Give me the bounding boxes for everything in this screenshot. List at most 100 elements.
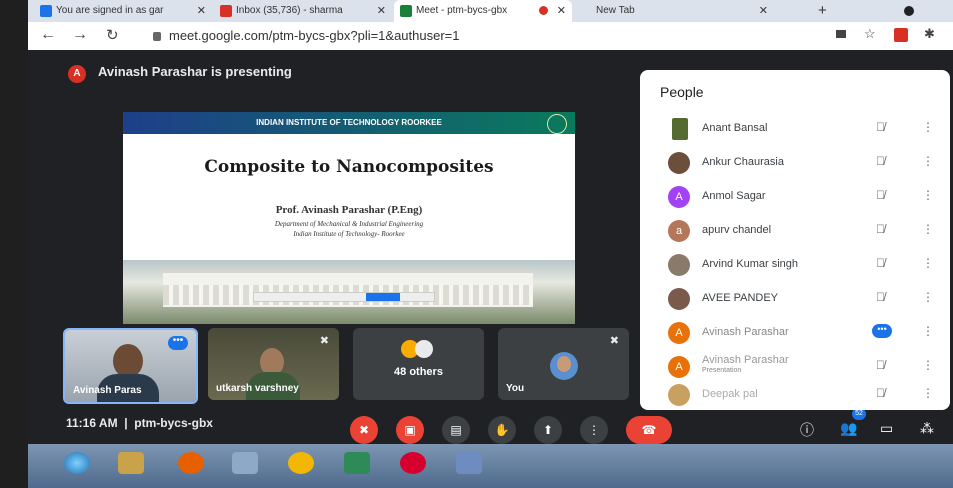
participant-avatar: a: [668, 220, 690, 242]
video-tile-self[interactable]: ✖ You: [498, 328, 629, 400]
stop-sharing-button: [366, 293, 400, 301]
participant-avatar: [672, 118, 688, 140]
participant-row[interactable]: Ankur Chaurasia 🎙̸ ⋮: [640, 144, 950, 178]
profile-icon[interactable]: [904, 6, 914, 16]
more-vert-icon[interactable]: ⋮: [922, 386, 934, 400]
more-vert-icon[interactable]: ⋮: [922, 256, 934, 270]
people-panel: People Anant Bansal 🎙̸ ⋮ Ankur Chaurasia…: [640, 70, 950, 410]
participant-name: Ankur Chaurasia: [702, 156, 784, 168]
camera-icon[interactable]: [836, 30, 846, 38]
participant-name: apurv chandel: [702, 224, 772, 236]
participant-row[interactable]: a apurv chandel 🎙̸ ⋮: [640, 212, 950, 246]
url-field[interactable]: meet.google.com/ptm-bycs-gbx?pli=1&authu…: [153, 26, 853, 46]
meet-stage: A Avinash Parashar is presenting INDIAN I…: [28, 50, 953, 460]
slide-header: INDIAN INSTITUTE OF TECHNOLOGY ROORKEE: [123, 112, 575, 134]
participant-row[interactable]: AVEE PANDEY 🎙̸ ⋮: [640, 280, 950, 314]
presenter-banner: A Avinash Parashar is presenting: [68, 64, 292, 83]
more-options-button[interactable]: ⋮: [580, 416, 608, 444]
tab-strip: You are signed in as gar ✕ Inbox (35,736…: [28, 0, 953, 22]
participant-name: Avinash Parashar: [702, 326, 789, 338]
reload-icon[interactable]: ↻: [106, 26, 119, 44]
more-vert-icon[interactable]: ⋮: [922, 324, 934, 338]
tab-inbox[interactable]: Inbox (35,736) - sharma ✕: [214, 0, 392, 22]
firefox-icon[interactable]: [178, 452, 204, 474]
more-vert-icon[interactable]: ⋮: [922, 358, 934, 372]
more-vert-icon[interactable]: ⋮: [922, 120, 934, 134]
os-taskbar: [28, 444, 953, 488]
mic-off-icon[interactable]: 🎙̸: [876, 290, 885, 304]
address-bar: ← → ↻ meet.google.com/ptm-bycs-gbx?pli=1…: [28, 22, 953, 50]
camera-off-button[interactable]: ▣: [396, 416, 424, 444]
mic-off-button[interactable]: ✖: [350, 416, 378, 444]
mic-off-icon[interactable]: 🎙̸: [876, 120, 885, 134]
close-icon[interactable]: ✕: [377, 0, 386, 22]
presentation-slide: INDIAN INSTITUTE OF TECHNOLOGY ROORKEE C…: [123, 112, 575, 324]
tab-meet[interactable]: Meet - ptm-bycs-gbx ✕: [394, 0, 572, 22]
chrome-icon[interactable]: [288, 452, 314, 474]
raise-hand-button[interactable]: ✋: [488, 416, 516, 444]
opera-icon[interactable]: [400, 452, 426, 474]
video-tile[interactable]: ••• Avinash Paras: [63, 328, 198, 404]
participant-avatar: A: [668, 186, 690, 208]
leave-call-button[interactable]: ☎: [626, 416, 672, 444]
captions-button[interactable]: ▤: [442, 416, 470, 444]
close-icon[interactable]: ✕: [759, 0, 768, 22]
people-panel-title: People: [660, 84, 704, 100]
mic-off-icon[interactable]: 🎙̸: [876, 154, 885, 168]
explorer-icon[interactable]: [118, 452, 144, 474]
more-vert-icon[interactable]: ⋮: [922, 222, 934, 236]
participant-avatar: [668, 152, 690, 174]
meeting-details-icon[interactable]: ⓘ: [800, 420, 814, 440]
tab-new-tab[interactable]: New Tab ✕: [574, 0, 774, 22]
excel-icon[interactable]: [344, 452, 370, 474]
new-tab-button[interactable]: +: [818, 0, 827, 22]
more-vert-icon[interactable]: ⋮: [922, 188, 934, 202]
app-icon[interactable]: [232, 452, 258, 474]
star-icon[interactable]: ☆: [864, 26, 876, 42]
start-button-icon[interactable]: [64, 452, 90, 474]
tile-name: utkarsh varshney: [216, 383, 299, 394]
participant-avatar: A: [668, 356, 690, 378]
participant-row[interactable]: A Anmol Sagar 🎙̸ ⋮: [640, 178, 950, 212]
meeting-info: 11:16 AM | ptm-bycs-gbx: [66, 416, 213, 430]
mic-off-icon[interactable]: 🎙̸: [876, 256, 885, 270]
close-icon[interactable]: ✕: [197, 0, 206, 22]
mic-off-icon[interactable]: 🎙̸: [876, 386, 885, 400]
app-icon[interactable]: [456, 452, 482, 474]
close-icon[interactable]: ✕: [557, 0, 566, 22]
others-count: 48 others: [394, 366, 443, 378]
mic-off-icon: ✖: [319, 335, 329, 347]
slide-title: Composite to Nanocomposites: [204, 157, 494, 177]
activities-icon[interactable]: ⁂: [920, 420, 934, 437]
mic-off-icon[interactable]: 🎙̸: [876, 188, 885, 202]
participant-row[interactable]: Anant Bansal 🎙̸ ⋮: [640, 110, 950, 144]
participant-video: [113, 344, 143, 378]
participant-row[interactable]: A Avinash Parashar ••• ⋮: [640, 314, 950, 348]
avatar: [415, 340, 433, 358]
participant-row[interactable]: Arvind Kumar singh 🎙̸ ⋮: [640, 246, 950, 280]
back-icon[interactable]: ←: [40, 26, 56, 44]
mic-off-icon[interactable]: 🎙̸: [876, 222, 885, 236]
participant-name: Deepak pal: [702, 388, 758, 400]
slide-institute: Indian Institute of Technology- Roorkee: [293, 230, 405, 238]
participant-avatar: A: [668, 322, 690, 344]
more-vert-icon[interactable]: ⋮: [922, 154, 934, 168]
pdf-extension-icon[interactable]: [894, 28, 908, 42]
chat-icon[interactable]: ▭: [880, 420, 893, 437]
tab-signed-in[interactable]: You are signed in as gar ✕: [34, 0, 212, 22]
participant-subtitle: Presentation: [702, 367, 742, 374]
forward-icon[interactable]: →: [72, 26, 88, 44]
participant-avatar: [668, 254, 690, 276]
more-vert-icon[interactable]: ⋮: [922, 290, 934, 304]
participant-name: Anmol Sagar: [702, 190, 766, 202]
video-tile[interactable]: ✖ utkarsh varshney: [208, 328, 339, 400]
participant-name: Arvind Kumar singh: [702, 258, 798, 270]
participant-row[interactable]: Deepak pal 🎙̸ ⋮: [640, 376, 950, 410]
mic-off-icon[interactable]: 🎙̸: [876, 358, 885, 372]
people-icon[interactable]: 👥: [840, 420, 857, 437]
video-tile-others[interactable]: 48 others: [353, 328, 484, 400]
extensions-icon[interactable]: ✱: [924, 26, 935, 42]
account-icon: [40, 5, 52, 17]
present-button[interactable]: ⬆: [534, 416, 562, 444]
more-options-icon[interactable]: •••: [168, 336, 188, 350]
